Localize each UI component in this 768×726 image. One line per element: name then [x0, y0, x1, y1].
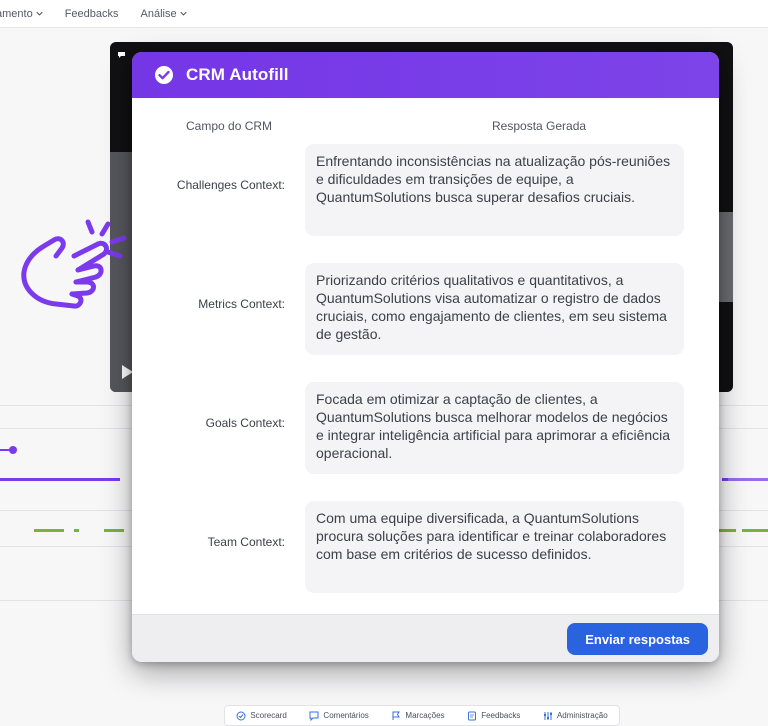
timeline-handle[interactable] [0, 442, 20, 458]
pointing-hand-icon [21, 219, 127, 309]
column-headers: Campo do CRM Resposta Gerada [132, 98, 719, 138]
column-header-field: Campo do CRM [186, 119, 273, 133]
nav-item-planejamento[interactable]: amento [0, 8, 43, 20]
toolbar-item-label: Marcações [405, 711, 445, 720]
toolbar-item-label: Feedbacks [481, 711, 521, 720]
check-circle-icon [236, 711, 246, 720]
generated-answer-box[interactable]: Focada em otimizar a captação de cliente… [305, 382, 684, 474]
top-navigation: amento Feedbacks Análise [0, 0, 768, 28]
toolbar-item-label: Scorecard [250, 711, 287, 720]
flag-icon [392, 711, 401, 720]
crm-autofill-modal: CRM Autofill Campo do CRM Resposta Gerad… [132, 52, 719, 662]
toolbar-item-label: Comentários [323, 711, 369, 720]
toolbar-item-scorecard[interactable]: Scorecard [236, 711, 287, 721]
crm-field-label: Metrics Context: [198, 297, 285, 311]
chevron-down-icon [179, 11, 187, 16]
crm-row-challenges: Challenges Context: Enfrentando inconsis… [132, 138, 719, 257]
crm-field-label: Team Context: [207, 535, 285, 549]
toolbar-item-marcacoes[interactable]: Marcações [391, 711, 445, 721]
sliders-icon [543, 711, 552, 720]
page: amento Feedbacks Análise [0, 0, 768, 726]
column-header-answer: Resposta Gerada [492, 119, 587, 133]
check-circle-icon [155, 66, 173, 84]
modal-header: CRM Autofill [132, 52, 719, 98]
modal-footer: Enviar respostas [132, 614, 719, 662]
toolbar-item-feedbacks[interactable]: Feedbacks [467, 711, 520, 721]
video-badge-icon [117, 51, 126, 58]
modal-title: CRM Autofill [186, 65, 289, 84]
chevron-down-icon [36, 11, 43, 16]
nav-item-feedbacks[interactable]: Feedbacks [65, 8, 119, 20]
nav-item-label: amento [0, 7, 33, 20]
generated-answer-box[interactable]: Enfrentando inconsistências na atualizaç… [305, 144, 684, 236]
generated-answer-box[interactable]: Priorizando critérios qualitativos e qua… [305, 263, 684, 355]
toolbar-item-comentarios[interactable]: Comentários [309, 711, 369, 721]
crm-row-metrics: Metrics Context: Priorizando critérios q… [132, 257, 719, 376]
bottom-toolbar: Scorecard Comentários Marcações Feedback… [224, 705, 620, 726]
submit-answers-button[interactable]: Enviar respostas [567, 623, 708, 655]
video-frame [717, 212, 733, 302]
generated-answer-box[interactable]: Com uma equipe diversificada, a QuantumS… [305, 501, 684, 593]
crm-row-team: Team Context: Com uma equipe diversifica… [132, 495, 719, 614]
toolbar-item-administracao[interactable]: Administração [543, 711, 608, 721]
crm-row-goals: Goals Context: Focada em otimizar a capt… [132, 376, 719, 495]
speaker-track-green [718, 529, 768, 532]
nav-item-label: Análise [140, 7, 177, 20]
nav-item-label: Feedbacks [64, 7, 119, 20]
feedback-icon [468, 711, 477, 720]
speaker-track-green [34, 529, 124, 532]
nav-item-analise[interactable]: Análise [141, 8, 187, 20]
crm-field-label: Goals Context: [205, 416, 285, 430]
crm-field-label: Challenges Context: [176, 178, 285, 192]
toolbar-item-label: Administração [556, 711, 608, 720]
comment-icon [309, 711, 319, 721]
